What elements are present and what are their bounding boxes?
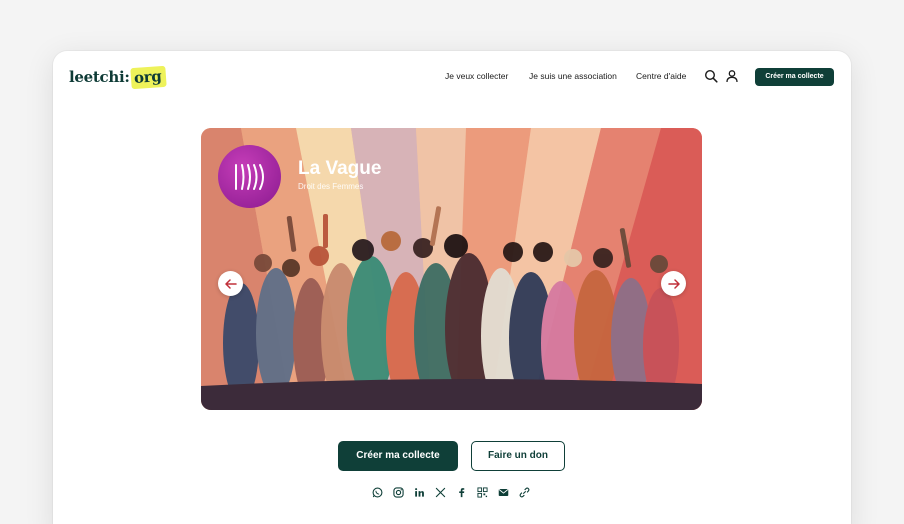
qr-code-icon[interactable] xyxy=(477,487,488,498)
arrow-left-icon xyxy=(224,278,237,289)
whatsapp-icon[interactable] xyxy=(372,487,383,498)
campaign-title: La Vague xyxy=(298,158,382,179)
user-account-icon[interactable] xyxy=(725,69,739,83)
create-collecte-button[interactable]: Créer ma collecte xyxy=(338,441,458,471)
nav-centre-aide[interactable]: Centre d'aide xyxy=(636,71,686,81)
x-icon[interactable] xyxy=(435,487,446,498)
site-header: leetchi: org Je veux collecter Je suis un… xyxy=(53,51,851,103)
link-icon[interactable] xyxy=(519,487,530,498)
instagram-icon[interactable] xyxy=(393,487,404,498)
leetchi-logo[interactable]: leetchi: org xyxy=(69,65,166,89)
hero-carousel: La Vague Droit des Femmes xyxy=(201,128,702,410)
email-icon[interactable] xyxy=(498,487,509,498)
search-icon[interactable] xyxy=(704,69,718,83)
logo-org-badge: org xyxy=(129,65,166,89)
nav-je-suis-une-association[interactable]: Je suis une association xyxy=(529,71,617,81)
campaign-subtitle: Droit des Femmes xyxy=(298,182,364,191)
arrow-right-icon xyxy=(667,278,680,289)
logo-text: leetchi xyxy=(69,68,125,86)
browser-window: leetchi: org Je veux collecter Je suis un… xyxy=(53,51,851,524)
nav-je-veux-collecter[interactable]: Je veux collecter xyxy=(445,71,508,81)
wave-logo-icon xyxy=(234,163,264,190)
campaign-avatar xyxy=(218,145,281,208)
facebook-icon[interactable] xyxy=(456,487,467,498)
linkedin-icon[interactable] xyxy=(414,487,425,498)
header-create-collecte-button[interactable]: Créer ma collecte xyxy=(755,68,834,86)
carousel-next-button[interactable] xyxy=(661,271,686,296)
make-donation-button[interactable]: Faire un don xyxy=(471,441,565,471)
carousel-prev-button[interactable] xyxy=(218,271,243,296)
share-bar xyxy=(53,487,851,499)
logo-colon: : xyxy=(124,68,130,86)
